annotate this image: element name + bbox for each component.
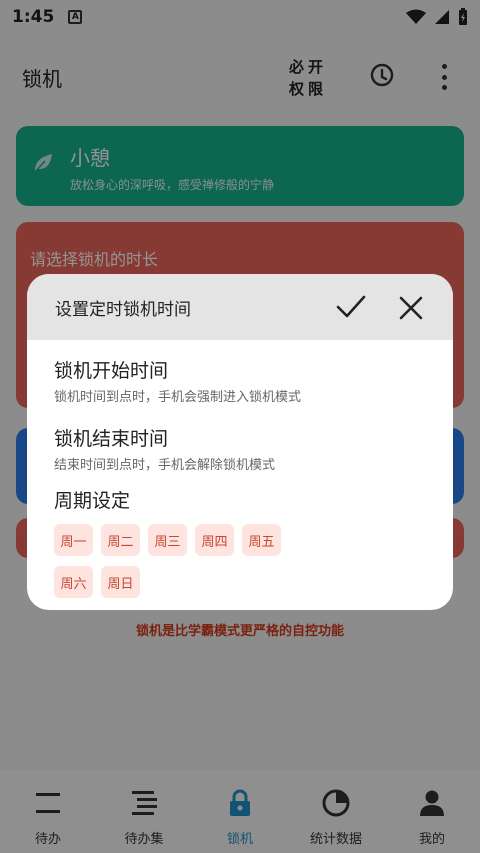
cycle-setting-title: 周期设定 <box>54 490 131 512</box>
timed-lock-dialog: 设置定时锁机时间 锁机开始时间 锁机时间到点时，手机会强制进入锁机模式 锁机结束… <box>27 274 453 610</box>
weekday-chips: 周一 周二 周三 周四 周五 周六 周日 <box>54 524 294 598</box>
lock-start-title: 锁机开始时间 <box>54 360 169 382</box>
day-chip-fri[interactable]: 周五 <box>242 524 281 556</box>
lock-end-subtitle: 结束时间到点时，手机会解除锁机模式 <box>54 458 276 473</box>
lock-start-subtitle: 锁机时间到点时，手机会强制进入锁机模式 <box>54 390 302 405</box>
day-chip-thu[interactable]: 周四 <box>195 524 234 556</box>
close-icon[interactable] <box>397 294 425 322</box>
check-icon[interactable] <box>335 292 367 322</box>
lock-end-time-option[interactable]: 锁机结束时间 结束时间到点时，手机会解除锁机模式 <box>54 424 275 473</box>
day-chip-sat[interactable]: 周六 <box>54 566 93 598</box>
day-chip-tue[interactable]: 周二 <box>101 524 140 556</box>
dialog-title: 设置定时锁机时间 <box>55 299 191 320</box>
day-chip-wed[interactable]: 周三 <box>148 524 187 556</box>
day-chip-sun[interactable]: 周日 <box>101 566 140 598</box>
lock-start-time-option[interactable]: 锁机开始时间 锁机时间到点时，手机会强制进入锁机模式 <box>54 356 301 405</box>
dialog-header: 设置定时锁机时间 <box>27 274 453 340</box>
day-chip-mon[interactable]: 周一 <box>54 524 93 556</box>
lock-end-title: 锁机结束时间 <box>54 428 169 450</box>
cycle-setting-section: 周期设定 <box>54 486 130 513</box>
